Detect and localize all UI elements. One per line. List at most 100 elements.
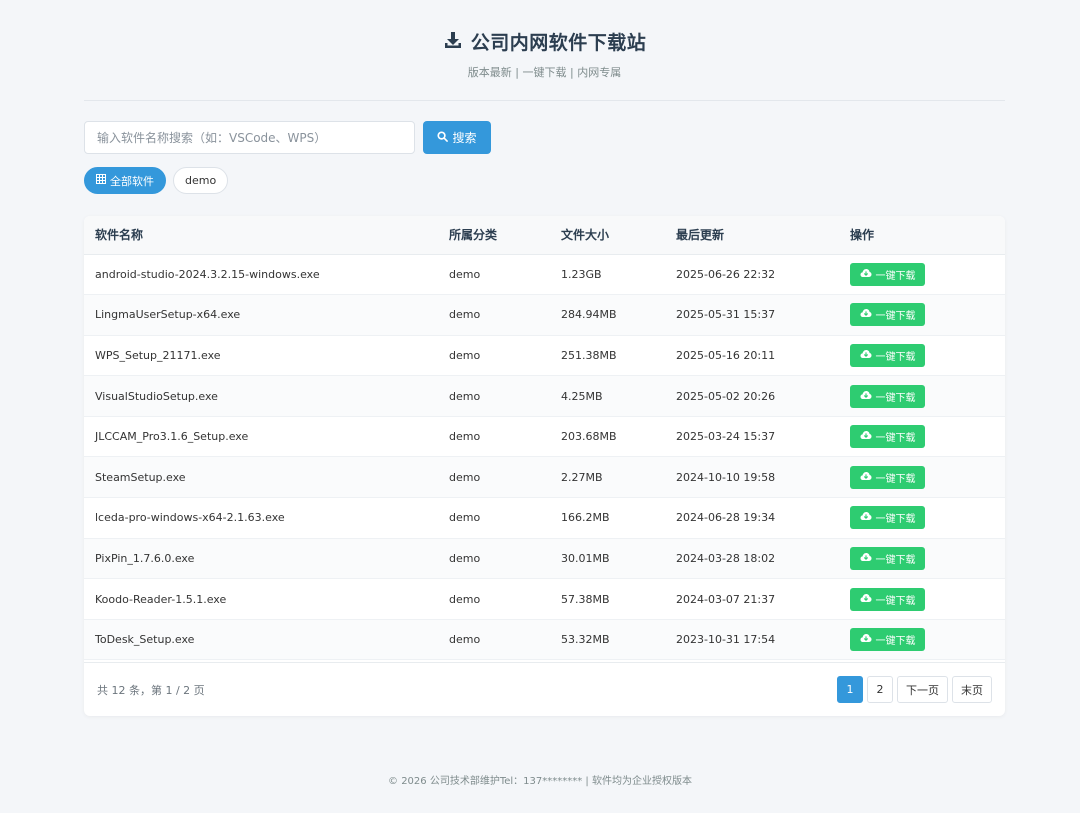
download-button[interactable]: 一键下载 [850,587,925,611]
cloud-download-icon [860,511,872,524]
page-footer: © 2026 公司技术部维护Tel：137******** | 软件均为企业授权… [388,776,692,787]
download-button[interactable]: 一键下载 [850,506,925,530]
software-updated: 2024-10-10 19:58 [676,470,776,484]
page-info: 共 12 条，第 1 / 2 页 [97,683,205,697]
cloud-download-icon [860,552,872,565]
column-header-name[interactable]: 软件名称 [84,216,438,255]
software-name: VisualStudioSetup.exe [95,389,218,403]
table-row: JLCCAM_Pro3.1.6_Setup.exe demo 203.68MB 202… [84,416,1005,457]
table-header-row: 软件名称 所属分类 文件大小 最后更新 操作 [84,216,1005,255]
next-page-button[interactable]: 下一页 [897,676,948,703]
table-row: WPS_Setup_21171.exe demo 251.38MB 2025-05-1… [84,335,1005,376]
software-action: 一键下载 [839,335,1005,376]
pagination-bar: 共 12 条，第 1 / 2 页 1 2 下一页 末页 [84,662,1005,716]
table-row: SteamSetup.exe demo 2.27MB 2024-10-10 19:58… [84,456,1005,498]
software-table-card: 软件名称 所属分类 文件大小 最后更新 操作 android-studio-20… [84,216,1005,716]
software-updated: 2025-03-24 15:37 [676,430,776,444]
software-updated: 2025-05-02 20:26 [676,389,776,403]
software-updated: 2024-03-07 21:37 [676,592,776,606]
software-action: 一键下载 [839,254,1005,295]
software-category: demo [449,308,481,322]
software-updated: 2024-06-28 19:34 [676,511,776,525]
download-button-label: 一键下载 [875,554,916,566]
search-icon [437,130,449,145]
column-header-updated[interactable]: 最后更新 [665,216,839,255]
software-updated: 2025-06-26 22:32 [676,267,776,281]
table-row: PixPin_1.7.6.0.exe demo 30.01MB 2024-03-28 … [84,538,1005,579]
cloud-download-icon [860,593,872,606]
software-category: demo [449,348,481,362]
page-title: 公司内网软件下载站 [470,32,647,54]
software-action: 一键下载 [839,619,1005,660]
download-button-label: 一键下载 [875,270,916,282]
download-button[interactable]: 一键下载 [850,425,925,449]
software-name: LingmaUserSetup-x64.exe [95,308,241,322]
cloud-download-icon [860,430,872,443]
column-header-size[interactable]: 文件大小 [550,216,665,255]
grid-icon [96,174,106,187]
download-button[interactable]: 一键下载 [850,262,925,286]
download-button[interactable]: 一键下载 [850,384,925,408]
software-category: demo [449,633,481,647]
category-filter: 全部软件 demo [84,167,229,194]
table-row: ToDesk_Setup.exe demo 53.32MB 2023-10-31 17… [84,619,1005,660]
download-button-label: 一键下载 [875,311,916,323]
download-button-label: 一键下载 [875,351,916,363]
download-button[interactable]: 一键下载 [850,343,925,367]
software-action: 一键下载 [839,376,1005,417]
software-category: demo [449,511,481,525]
software-updated: 2025-05-16 20:11 [676,348,776,362]
search-bar: 搜索 [84,121,491,154]
software-name: Koodo-Reader-1.5.1.exe [95,592,227,606]
software-updated: 2024-03-28 18:02 [676,551,776,565]
table-row: Koodo-Reader-1.5.1.exe demo 57.38MB 2024-03… [84,579,1005,620]
download-button-label: 一键下载 [875,514,916,526]
software-name: WPS_Setup_21171.exe [95,348,221,362]
search-input[interactable] [84,121,415,154]
software-category: demo [449,430,481,444]
software-category: demo [449,592,481,606]
title-row: 公司内网软件下载站 [84,28,1005,55]
column-header-category[interactable]: 所属分类 [438,216,550,255]
download-button[interactable]: 一键下载 [850,546,925,570]
software-table: 软件名称 所属分类 文件大小 最后更新 操作 android-studio-20… [84,216,1005,660]
table-row: VisualStudioSetup.exe demo 4.25MB 2025-05-0… [84,375,1005,417]
software-size: 2.27MB [561,470,603,484]
category-demo[interactable]: demo [173,167,229,194]
software-size: 4.25MB [561,389,603,403]
software-size: 30.01MB [561,551,610,565]
software-action: 一键下载 [839,579,1005,620]
software-size: 1.23GB [561,267,602,281]
download-icon [443,30,463,54]
software-name: lceda-pro-windows-x64-2.1.63.exe [95,511,285,525]
software-action: 一键下载 [839,416,1005,457]
download-button[interactable]: 一键下载 [850,628,925,652]
download-button[interactable]: 一键下载 [850,303,925,327]
table-row: lceda-pro-windows-x64-2.1.63.exe demo 166.… [84,498,1005,539]
search-button[interactable]: 搜索 [423,121,491,154]
software-size: 57.38MB [561,592,610,606]
category-all[interactable]: 全部软件 [84,167,166,194]
software-size: 203.68MB [561,430,617,444]
software-action: 一键下载 [839,538,1005,579]
category-demo-label: demo [185,174,217,187]
search-button-label: 搜索 [452,131,477,145]
software-name: PixPin_1.7.6.0.exe [95,551,195,565]
software-action: 一键下载 [839,498,1005,539]
page-button-1[interactable]: 1 [837,676,863,703]
download-button-label: 一键下载 [875,595,916,607]
page-button-2[interactable]: 2 [867,676,893,703]
software-action: 一键下载 [839,295,1005,336]
cloud-download-icon [860,390,872,403]
software-updated: 2023-10-31 17:54 [676,633,776,647]
software-name: ToDesk_Setup.exe [95,633,195,647]
software-name: SteamSetup.exe [95,470,186,484]
software-size: 53.32MB [561,633,610,647]
last-page-button[interactable]: 末页 [952,676,992,703]
software-name: android-studio-2024.3.2.15-windows.exe [95,267,320,281]
pager: 1 2 下一页 末页 [837,676,992,703]
download-button[interactable]: 一键下载 [850,465,925,489]
category-all-label: 全部软件 [110,174,154,188]
download-button-label: 一键下载 [875,433,916,445]
software-category: demo [449,470,481,484]
